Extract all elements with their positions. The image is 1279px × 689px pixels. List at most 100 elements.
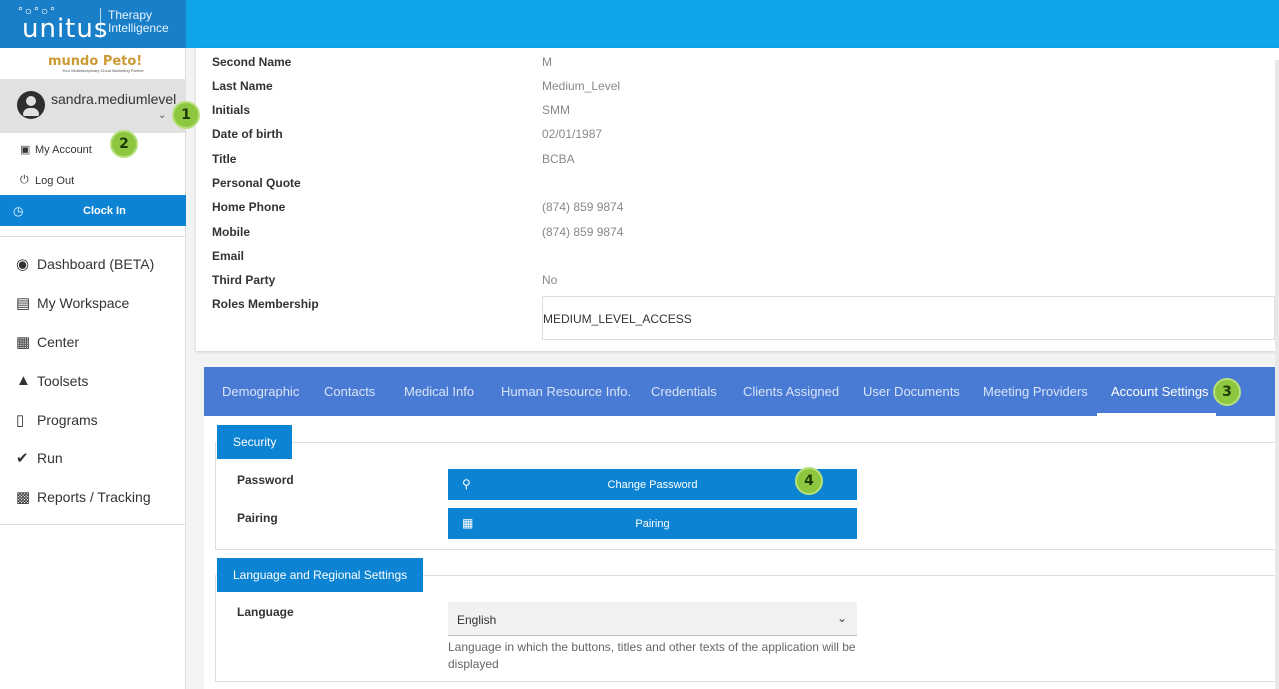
profile-details-card: Second Name M Last Name Medium_Level Ini… xyxy=(196,48,1279,351)
language-select[interactable]: English ⌄ xyxy=(448,602,857,636)
tab-contacts[interactable]: Contacts xyxy=(324,384,375,399)
field-value: 02/01/1987 xyxy=(542,127,603,141)
brand-name: unitus xyxy=(22,14,109,44)
brand-separator xyxy=(100,8,101,38)
sidebar-divider xyxy=(0,524,186,525)
field-label: Personal Quote xyxy=(212,176,301,190)
language-section-title: Language and Regional Settings xyxy=(217,558,424,592)
top-bar xyxy=(0,0,1279,48)
field-value: No xyxy=(542,273,558,287)
profile-row: Initials SMM xyxy=(212,103,1272,123)
profile-row: Date of birth 02/01/1987 xyxy=(212,127,1272,147)
sidebar: mundo Peto! Your Multidisciplinary Cloud… xyxy=(0,48,186,689)
field-label: Roles Membership xyxy=(212,297,319,311)
profile-row: Personal Quote xyxy=(212,176,1272,196)
field-label: Email xyxy=(212,249,245,263)
partner-logo: mundo Peto! xyxy=(48,54,143,69)
sidebar-item-run[interactable]: ✔ Run xyxy=(0,442,186,474)
field-value: BCBA xyxy=(542,152,575,166)
tab-user-documents[interactable]: User Documents xyxy=(863,384,960,399)
check-circle-icon: ✔ xyxy=(16,450,29,467)
sidebar-item-center[interactable]: ▦ Center xyxy=(0,326,186,358)
tab-account-settings[interactable]: Account Settings xyxy=(1111,384,1209,399)
field-value: Medium_Level xyxy=(542,79,621,93)
roles-membership-box: MEDIUM_LEVEL_ACCESS xyxy=(542,296,1275,340)
log-out-label: Log Out xyxy=(35,175,75,187)
log-out-link[interactable]: ⏻ Log Out xyxy=(0,166,186,196)
my-account-link[interactable]: ▣ My Account xyxy=(0,135,186,165)
field-value: (874) 859 9874 xyxy=(542,200,624,214)
clock-icon: ◷ xyxy=(13,204,24,218)
field-label: Last Name xyxy=(212,79,273,93)
clock-in-label: Clock In xyxy=(83,205,126,217)
briefcase-icon: ▤ xyxy=(16,295,31,312)
chart-icon: ▩ xyxy=(16,489,31,506)
tab-medical-info[interactable]: Medical Info xyxy=(404,384,474,399)
chevron-down-icon[interactable]: ⌄ xyxy=(158,110,166,121)
security-section-title: Security xyxy=(217,425,293,459)
field-label: Initials xyxy=(212,103,251,117)
pairing-button-label: Pairing xyxy=(635,518,670,530)
sidebar-item-my-workspace[interactable]: ▤ My Workspace xyxy=(0,287,186,319)
field-value: SMM xyxy=(542,103,570,117)
sidebar-item-label: Run xyxy=(37,450,63,466)
pairing-label: Pairing xyxy=(237,511,278,525)
step-badge-3: 3 xyxy=(1213,378,1241,406)
sidebar-item-programs[interactable]: ▯ Programs xyxy=(0,404,186,436)
field-label: Title xyxy=(212,152,237,166)
sidebar-item-label: Center xyxy=(37,334,80,350)
building-icon: ▦ xyxy=(16,334,31,351)
field-label: Third Party xyxy=(212,273,276,287)
field-value: M xyxy=(542,55,552,69)
sidebar-item-label: Programs xyxy=(37,412,98,428)
active-tab-indicator xyxy=(1097,413,1216,416)
password-label: Password xyxy=(237,473,294,487)
language-selected-value: English xyxy=(457,613,497,627)
tab-demographic[interactable]: Demographic xyxy=(222,384,299,399)
sidebar-divider xyxy=(0,236,186,237)
sidebar-item-label: My Workspace xyxy=(37,295,130,311)
field-value: (874) 859 9874 xyxy=(542,225,624,239)
chevron-down-icon: ⌄ xyxy=(836,611,847,625)
profile-row: Home Phone (874) 859 9874 xyxy=(212,200,1272,220)
clipboard-icon: ▯ xyxy=(16,412,25,429)
language-label: Language xyxy=(237,605,294,619)
sidebar-item-dashboard[interactable]: ◉ Dashboard (BETA) xyxy=(0,248,186,280)
dashboard-icon: ◉ xyxy=(16,256,30,273)
pairing-button[interactable]: ▦ Pairing xyxy=(448,508,857,539)
tab-bar: Demographic Contacts Medical Info Human … xyxy=(204,367,1279,416)
field-label: Mobile xyxy=(212,225,250,239)
step-badge-4: 4 xyxy=(795,467,823,495)
profile-row: Email xyxy=(212,249,1272,269)
user-menu-toggle[interactable]: sandra.mediumlevel ⌄ xyxy=(0,79,186,133)
scrollbar[interactable] xyxy=(1275,60,1279,689)
language-help-text: Language in which the buttons, titles an… xyxy=(448,640,856,671)
username: sandra.mediumlevel xyxy=(51,91,177,107)
step-badge-2: 2 xyxy=(110,130,138,158)
step-badge-1: 1 xyxy=(172,101,200,129)
partner-tagline: Your Multidisciplinary Cloud Marketing P… xyxy=(62,68,144,73)
sidebar-item-label: Dashboard (BETA) xyxy=(37,256,155,272)
tab-human-resource-info[interactable]: Human Resource Info. xyxy=(501,384,631,399)
sidebar-item-label: Toolsets xyxy=(37,373,89,389)
profile-row: Last Name Medium_Level xyxy=(212,79,1272,99)
avatar-icon xyxy=(17,91,45,119)
profile-row: Mobile (874) 859 9874 xyxy=(212,225,1272,245)
field-label: Second Name xyxy=(212,55,292,69)
clock-in-button[interactable]: ◷ Clock In xyxy=(0,195,186,226)
brand-tagline: Therapy Intelligence xyxy=(108,8,169,35)
tab-credentials[interactable]: Credentials xyxy=(651,384,717,399)
tab-clients-assigned[interactable]: Clients Assigned xyxy=(743,384,839,399)
account-card-icon: ▣ xyxy=(20,144,31,156)
field-label: Date of birth xyxy=(212,127,283,141)
field-label: Home Phone xyxy=(212,200,286,214)
brand-logo[interactable]: °○°○° unitus Therapy Intelligence xyxy=(0,0,186,48)
my-account-label: My Account xyxy=(35,144,92,156)
sidebar-item-toolsets[interactable]: ▲ Toolsets xyxy=(0,365,186,397)
role-value: MEDIUM_LEVEL_ACCESS xyxy=(543,312,692,326)
puzzle-icon: ▲ xyxy=(16,372,31,389)
tabs-card: Demographic Contacts Medical Info Human … xyxy=(204,367,1279,689)
tab-meeting-providers[interactable]: Meeting Providers xyxy=(983,384,1088,399)
sidebar-item-reports-tracking[interactable]: ▩ Reports / Tracking xyxy=(0,481,186,513)
power-icon: ⏻ xyxy=(20,174,29,186)
